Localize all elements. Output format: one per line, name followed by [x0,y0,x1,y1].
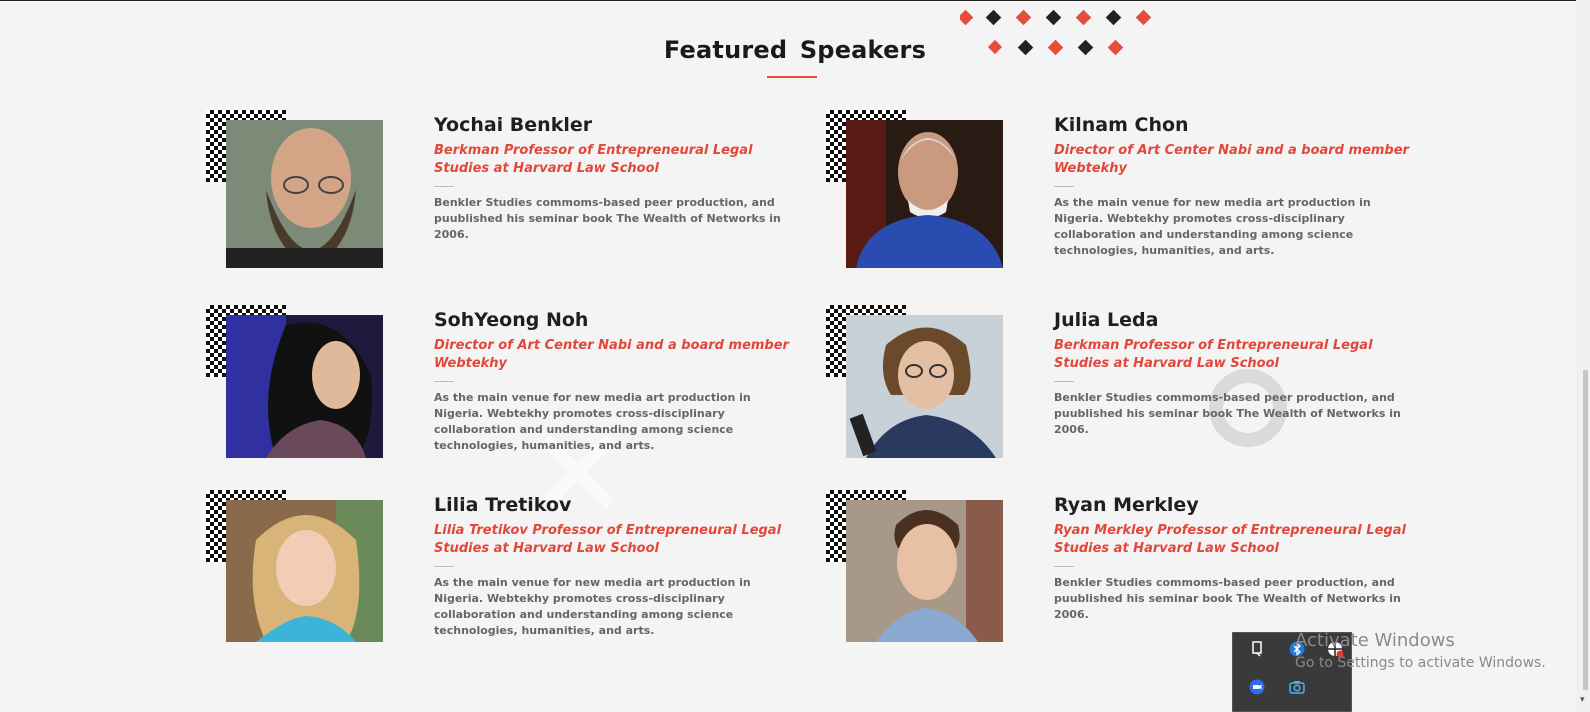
speaker-photo [226,120,383,268]
section-title: Featured Speakers [663,36,927,64]
activate-windows-title: Activate Windows [1295,630,1455,651]
speaker-name[interactable]: Yochai Benkler [434,110,794,140]
speaker-name[interactable]: Ryan Merkley [1054,490,1414,520]
speaker-role: Director of Art Center Nabi and a board … [1054,143,1409,176]
speaker-role: Ryan Merkley Professor of Entrepreneural… [1054,523,1406,556]
speaker-role: Berkman Professor of Entrepreneural Lega… [434,143,753,176]
speaker-photo [226,500,383,642]
speaker-photo-frame [206,305,386,465]
divider [434,566,454,567]
scrollbar-thumb[interactable] [1583,370,1588,690]
speaker-card: Lilia Tretikov Lilia Tretikov Professor … [206,490,796,660]
speaker-bio: As the main venue for new media art prod… [434,391,751,452]
divider [434,186,454,187]
diamond-pattern-decoration [960,9,1152,56]
speaker-name[interactable]: Kilnam Chon [1054,110,1414,140]
speaker-photo [846,500,1003,642]
zoom-app-icon[interactable] [1247,677,1267,697]
speaker-card: Kilnam Chon Director of Art Center Nabi … [826,110,1416,280]
divider [434,381,454,382]
speaker-photo-frame [206,110,386,270]
usb-eject-icon[interactable] [1247,639,1267,659]
speaker-photo [846,120,1003,268]
divider [1054,381,1074,382]
speaker-role: Berkman Professor of Entrepreneural Lega… [1054,338,1373,371]
speaker-photo [226,315,383,458]
speaker-name[interactable]: Lilia Tretikov [434,490,794,520]
speaker-card: Yochai Benkler Berkman Professor of Entr… [206,110,796,280]
speaker-bio: Benkler Studies commoms-based peer produ… [1054,576,1401,621]
speaker-name[interactable]: SohYeong Noh [434,305,794,335]
camera-icon[interactable] [1287,677,1307,697]
speaker-role: Lilia Tretikov Professor of Entrepreneur… [434,523,782,556]
top-border [0,0,1590,1]
speaker-photo [846,315,1003,458]
divider [1054,566,1074,567]
speaker-card: SohYeong Noh Director of Art Center Nabi… [206,305,796,475]
speaker-photo-frame [206,490,386,650]
speaker-role: Director of Art Center Nabi and a board … [434,338,789,371]
speaker-bio: Benkler Studies commoms-based peer produ… [434,196,781,241]
speaker-photo-frame [826,490,1006,650]
speaker-card: Julia Leda Berkman Professor of Entrepre… [826,305,1416,475]
scroll-down-arrow-icon[interactable]: ▾ [1580,694,1585,705]
speaker-photo-frame [826,305,1006,465]
speaker-bio: Benkler Studies commoms-based peer produ… [1054,391,1401,436]
divider [1054,186,1074,187]
activate-windows-subtitle: Go to Settings to activate Windows. [1295,655,1546,671]
speaker-photo-frame [826,110,1006,270]
title-underline [767,76,817,78]
speaker-bio: As the main venue for new media art prod… [434,576,751,637]
speaker-name[interactable]: Julia Leda [1054,305,1414,335]
speaker-bio: As the main venue for new media art prod… [1054,196,1371,257]
